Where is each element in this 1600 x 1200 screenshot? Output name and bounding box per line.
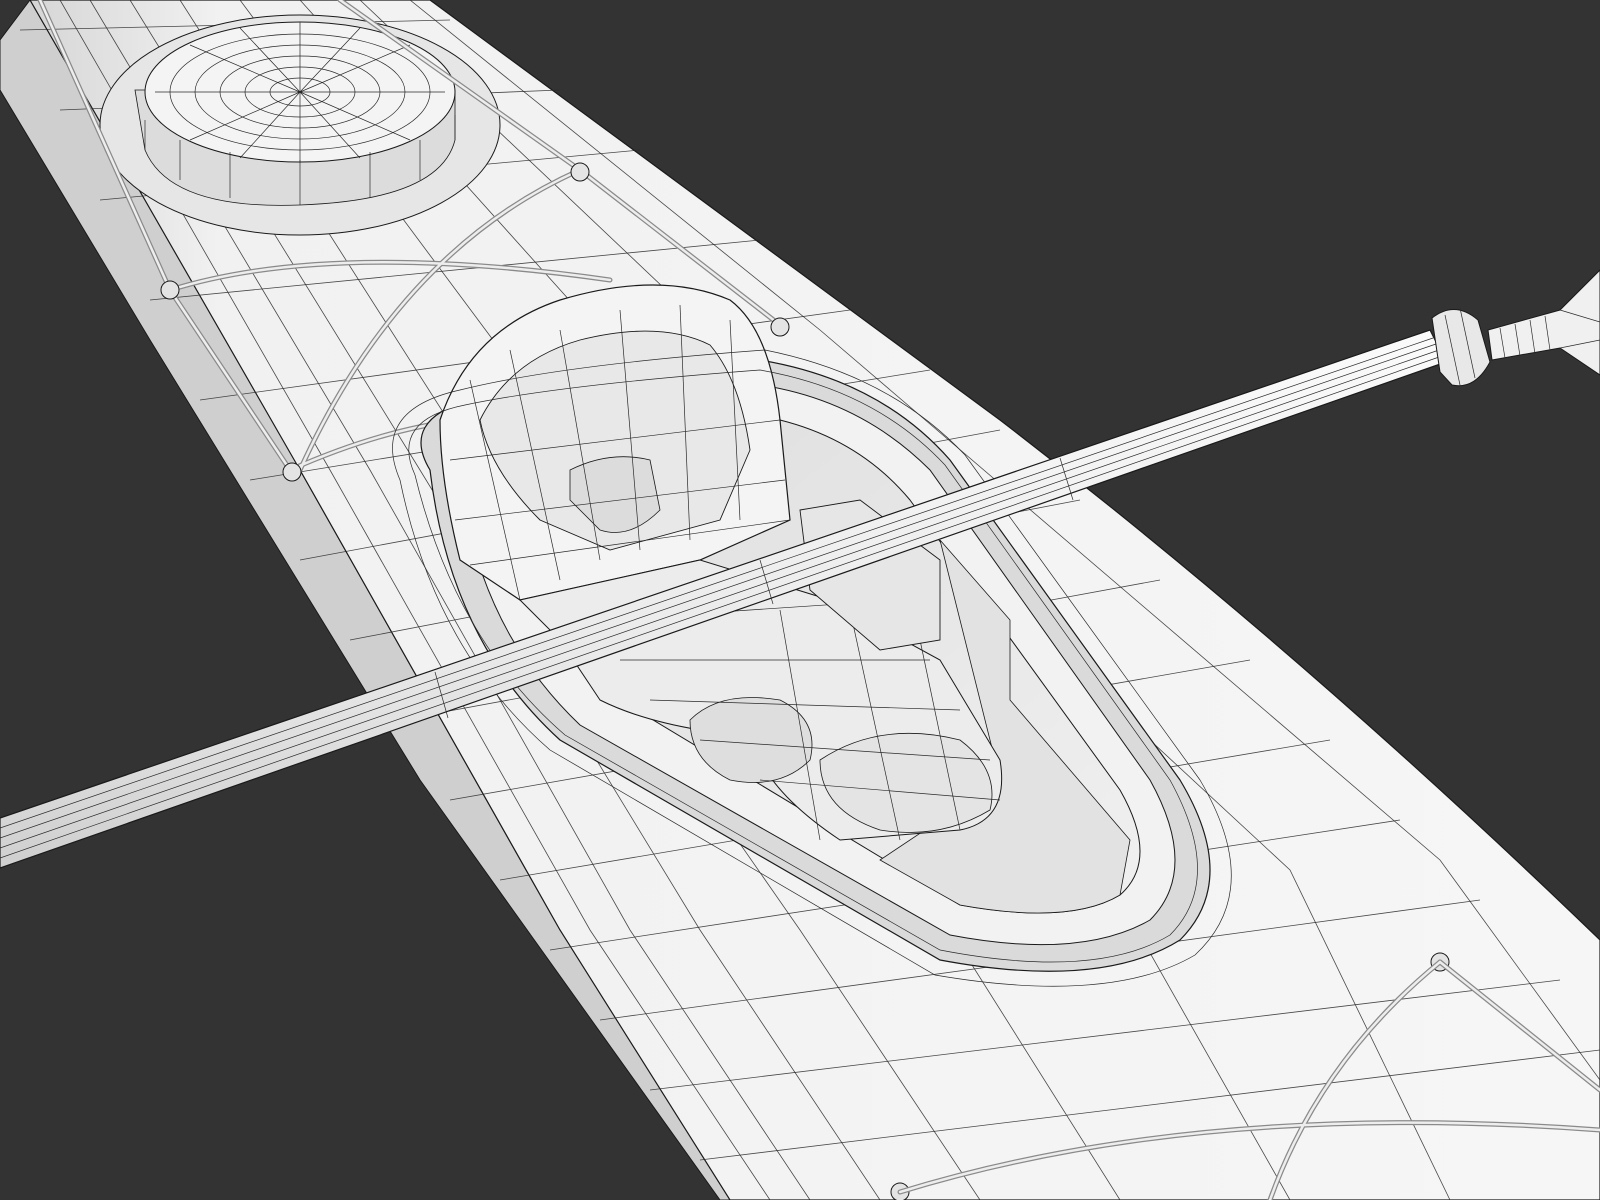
kayak-scene [0, 0, 1600, 1200]
hatch-cover [99, 14, 501, 236]
viewport [0, 0, 1600, 1200]
paddle-blade-throat [1487, 269, 1600, 376]
paddle-drip-ring [1431, 309, 1491, 387]
